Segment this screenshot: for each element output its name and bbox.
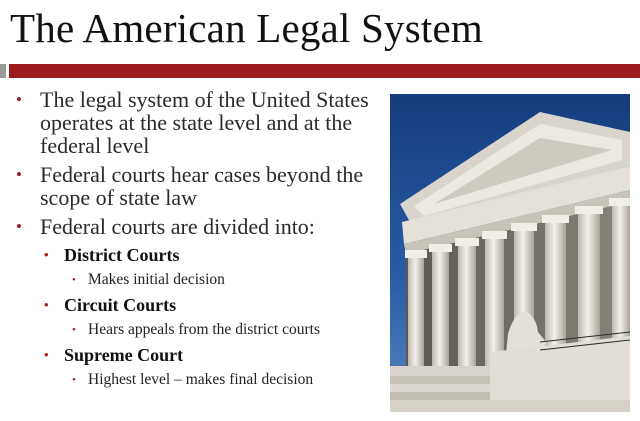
slide-title: The American Legal System	[10, 5, 483, 51]
court-detail-text: Highest level – makes final decision	[88, 371, 314, 388]
bullet-icon: •	[72, 374, 76, 386]
bullet-item: • The legal system of the United States …	[16, 88, 388, 157]
court-name: Circuit Courts	[64, 295, 177, 315]
title-bar	[9, 64, 640, 78]
bullet-icon: •	[72, 274, 76, 286]
court-item-supreme: • Supreme Court	[16, 344, 388, 366]
bullet-icon: •	[44, 297, 49, 312]
bullet-icon: •	[16, 165, 22, 184]
court-item-circuit: • Circuit Courts	[16, 294, 388, 316]
bullet-icon: •	[16, 90, 22, 109]
bullet-text: The legal system of the United States op…	[40, 87, 369, 158]
supreme-court-photo	[390, 94, 630, 412]
court-detail: • Makes initial decision	[16, 270, 388, 290]
bullet-icon: •	[44, 247, 49, 262]
court-detail-text: Makes initial decision	[88, 271, 225, 288]
bullet-icon: •	[72, 324, 76, 336]
bullet-icon: •	[16, 217, 22, 236]
court-detail: • Hears appeals from the district courts	[16, 320, 388, 340]
court-detail-text: Hears appeals from the district courts	[88, 321, 320, 338]
bullet-icon: •	[44, 347, 49, 362]
bullet-item: • Federal courts are divided into:	[16, 215, 388, 238]
court-name: District Courts	[64, 245, 180, 265]
court-detail: • Highest level – makes final decision	[16, 370, 388, 390]
court-item-district: • District Courts	[16, 244, 388, 266]
court-name: Supreme Court	[64, 345, 184, 365]
bullet-item: • Federal courts hear cases beyond the s…	[16, 163, 388, 209]
bullet-list: • The legal system of the United States …	[16, 88, 388, 394]
title-bar-accent	[0, 64, 6, 78]
bullet-text: Federal courts hear cases beyond the sco…	[40, 162, 364, 210]
bullet-text: Federal courts are divided into:	[40, 214, 315, 239]
